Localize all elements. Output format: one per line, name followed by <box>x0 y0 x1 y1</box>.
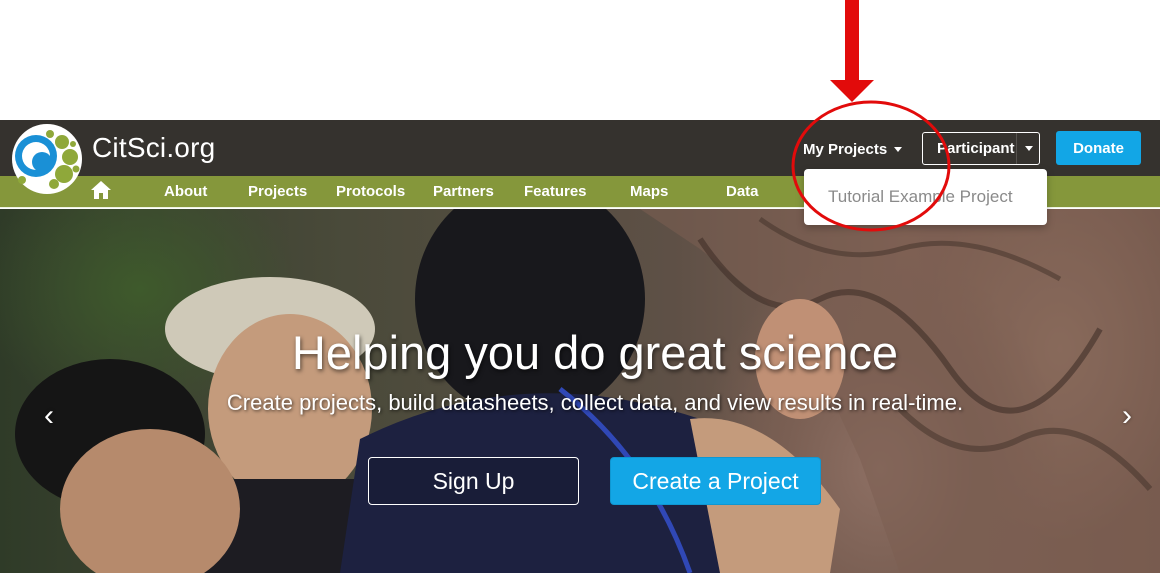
nav-item-projects[interactable]: Projects <box>248 176 307 207</box>
nav-item-data[interactable]: Data <box>726 176 759 207</box>
my-projects-dropdown[interactable]: My Projects <box>803 139 903 159</box>
participant-dropdown[interactable]: Participant <box>922 132 1040 165</box>
white-top-margin <box>0 0 1160 120</box>
dropdown-item-tutorial-project[interactable]: Tutorial Example Project <box>828 187 1013 207</box>
brand-name[interactable]: CitSci.org <box>92 132 215 164</box>
divider <box>1016 133 1017 164</box>
my-projects-menu: Tutorial Example Project <box>804 169 1047 225</box>
carousel-prev-icon[interactable]: ‹ <box>44 399 54 433</box>
home-icon[interactable] <box>90 180 112 200</box>
nav-item-protocols[interactable]: Protocols <box>336 176 405 207</box>
hero-subtitle: Create projects, build datasheets, colle… <box>226 390 964 415</box>
nav-item-maps[interactable]: Maps <box>630 176 668 207</box>
my-projects-label: My Projects <box>803 140 888 158</box>
caret-down-icon <box>1025 146 1033 151</box>
hero-carousel: Helping you do great science Create proj… <box>0 209 1160 573</box>
nav-item-features[interactable]: Features <box>524 176 587 207</box>
donate-button[interactable]: Donate <box>1056 131 1141 165</box>
nav-item-partners[interactable]: Partners <box>433 176 494 207</box>
carousel-next-icon[interactable]: › <box>1122 399 1132 433</box>
citsci-logo[interactable] <box>10 122 84 196</box>
caret-down-icon <box>894 146 903 152</box>
hero-title: Helping you do great science <box>291 326 899 379</box>
nav-item-about[interactable]: About <box>164 176 207 207</box>
participant-label: Participant <box>937 140 1015 157</box>
sign-up-button[interactable]: Sign Up <box>368 457 579 505</box>
create-project-button[interactable]: Create a Project <box>610 457 821 505</box>
